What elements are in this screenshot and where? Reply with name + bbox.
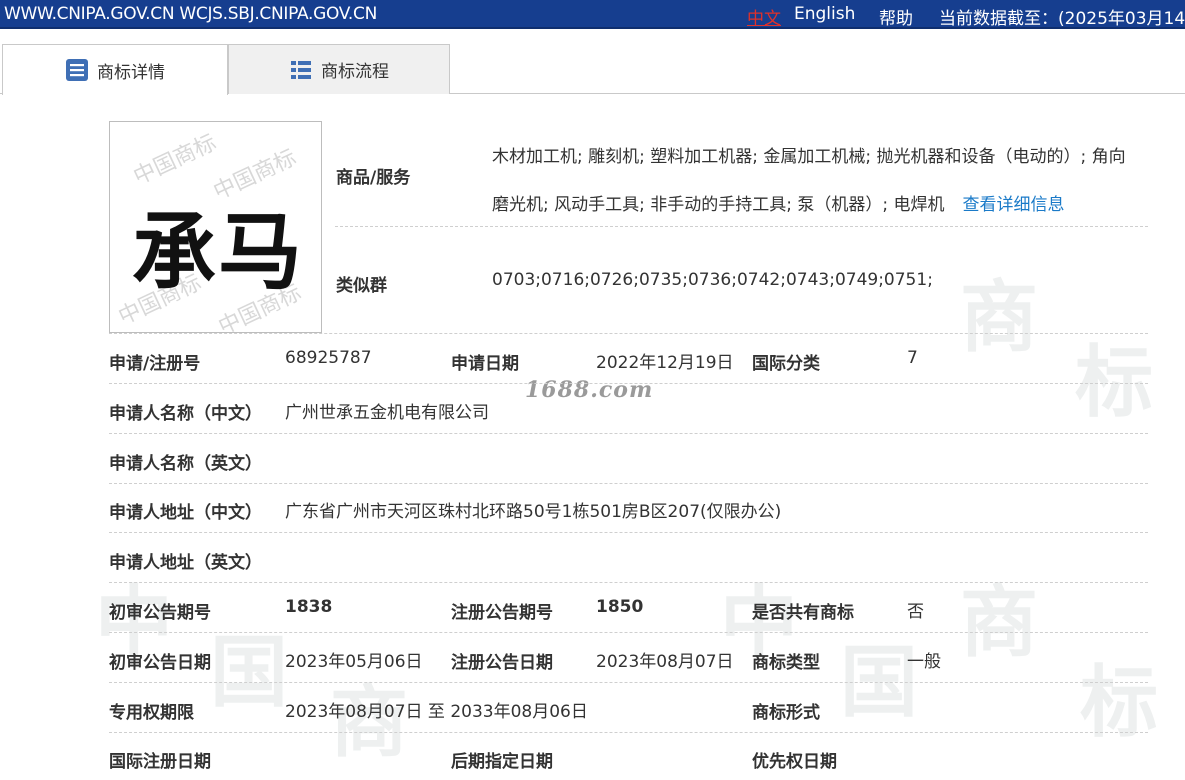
background-watermark: 标 (1080, 657, 1159, 748)
background-watermark: 商 (960, 577, 1039, 668)
logo-watermark: 中国商标 (129, 130, 221, 191)
address-cn-value: 广东省广州市天河区珠村北环路50号1栋501房B区207(仅限办公) (285, 502, 782, 522)
divider (109, 483, 1148, 484)
divider (109, 532, 1148, 533)
tab-trademark-process[interactable]: 商标流程 (228, 44, 450, 94)
reg-pub-no-value: 1850 (596, 597, 644, 617)
site-watermark: 1688.com (525, 377, 654, 403)
trademark-mark-text: 承马 (132, 202, 305, 301)
lang-chinese-link[interactable]: 中文 (747, 4, 781, 27)
reg-pub-date-label: 注册公告日期 (451, 653, 553, 673)
mark-type-label: 商标类型 (752, 653, 820, 673)
data-as-of: 当前数据截至：(2025年03月14 (939, 9, 1185, 29)
top-bar: WWW.CNIPA.GOV.CN WCJS.SBJ.CNIPA.GOV.CN 中… (0, 0, 1185, 29)
divider (109, 433, 1148, 434)
applicant-en-label: 申请人名称（英文） (109, 454, 262, 474)
list-icon (289, 58, 313, 82)
divider (335, 226, 1148, 227)
shared-value: 否 (907, 602, 924, 622)
goods-list: 木材加工机; 雕刻机; 塑料加工机器; 金属加工机械; 抛光机器和设备（电动的）… (492, 133, 1152, 229)
mark-type-value: 一般 (907, 652, 941, 672)
divider (109, 682, 1148, 683)
lang-english-link[interactable]: English (794, 4, 855, 24)
reg-no-value: 68925787 (285, 348, 372, 368)
address-cn-label: 申请人地址（中文） (109, 503, 262, 523)
similar-group-label: 类似群 (336, 276, 387, 296)
background-watermark: 国 (210, 627, 289, 718)
tab-label: 商标流程 (321, 62, 389, 82)
address-en-label: 申请人地址（英文） (109, 553, 262, 573)
help-link[interactable]: 帮助 (879, 4, 913, 27)
trademark-image: 中国商标 中国商标 中国商标 中国商标 承马 (109, 121, 322, 333)
shared-label: 是否共有商标 (752, 603, 854, 623)
app-date-value: 2022年12月19日 (596, 353, 734, 373)
app-date-label: 申请日期 (451, 354, 519, 374)
intl-class-label: 国际分类 (752, 354, 820, 374)
similar-group-value: 0703;0716;0726;0735;0736;0742;0743;0749;… (492, 270, 933, 290)
prelim-date-value: 2023年05月06日 (285, 652, 423, 672)
view-details-link[interactable]: 查看详细信息 (963, 195, 1065, 215)
divider (109, 632, 1148, 633)
goods-line: 木材加工机; 雕刻机; 塑料加工机器; 金属加工机械; 抛光机器和设备（电动的）… (492, 147, 1126, 167)
background-watermark: 国 (840, 637, 919, 728)
divider (109, 333, 1148, 334)
list-doc-icon (65, 58, 89, 82)
later-date-label: 后期指定日期 (451, 752, 553, 772)
applicant-cn-value: 广州世承五金机电有限公司 (285, 403, 489, 423)
term-label: 专用权期限 (109, 703, 194, 723)
priority-date-label: 优先权日期 (752, 752, 837, 772)
intl-class-value: 7 (907, 348, 918, 368)
prelim-no-label: 初审公告期号 (109, 603, 211, 623)
goods-line: 磨光机; 风动手工具; 非手动的手持工具; 泵（机器）; 电焊机 (492, 195, 945, 215)
intl-reg-date-label: 国际注册日期 (109, 752, 211, 772)
tab-strip: 商标详情 商标流程 (0, 44, 1185, 95)
divider (109, 383, 1148, 384)
reg-no-label: 申请/注册号 (109, 354, 201, 374)
applicant-cn-label: 申请人名称（中文） (109, 404, 262, 424)
goods-line-2: 磨光机; 风动手工具; 非手动的手持工具; 泵（机器）; 电焊机 查看详细信息 (492, 181, 1152, 229)
mark-form-label: 商标形式 (752, 703, 820, 723)
divider (109, 582, 1148, 583)
goods-label: 商品/服务 (336, 168, 411, 188)
background-watermark: 商 (960, 272, 1039, 363)
reg-pub-date-value: 2023年08月07日 (596, 652, 734, 672)
site-urls: WWW.CNIPA.GOV.CN WCJS.SBJ.CNIPA.GOV.CN (4, 4, 378, 24)
tab-label: 商标详情 (97, 62, 165, 83)
divider (109, 732, 1148, 733)
reg-pub-no-label: 注册公告期号 (451, 603, 553, 623)
prelim-date-label: 初审公告日期 (109, 653, 211, 673)
tab-trademark-details[interactable]: 商标详情 (2, 44, 228, 95)
background-watermark: 标 (1075, 337, 1154, 428)
term-value: 2023年08月07日 至 2033年08月06日 (285, 702, 588, 722)
prelim-no-value: 1838 (285, 597, 333, 617)
